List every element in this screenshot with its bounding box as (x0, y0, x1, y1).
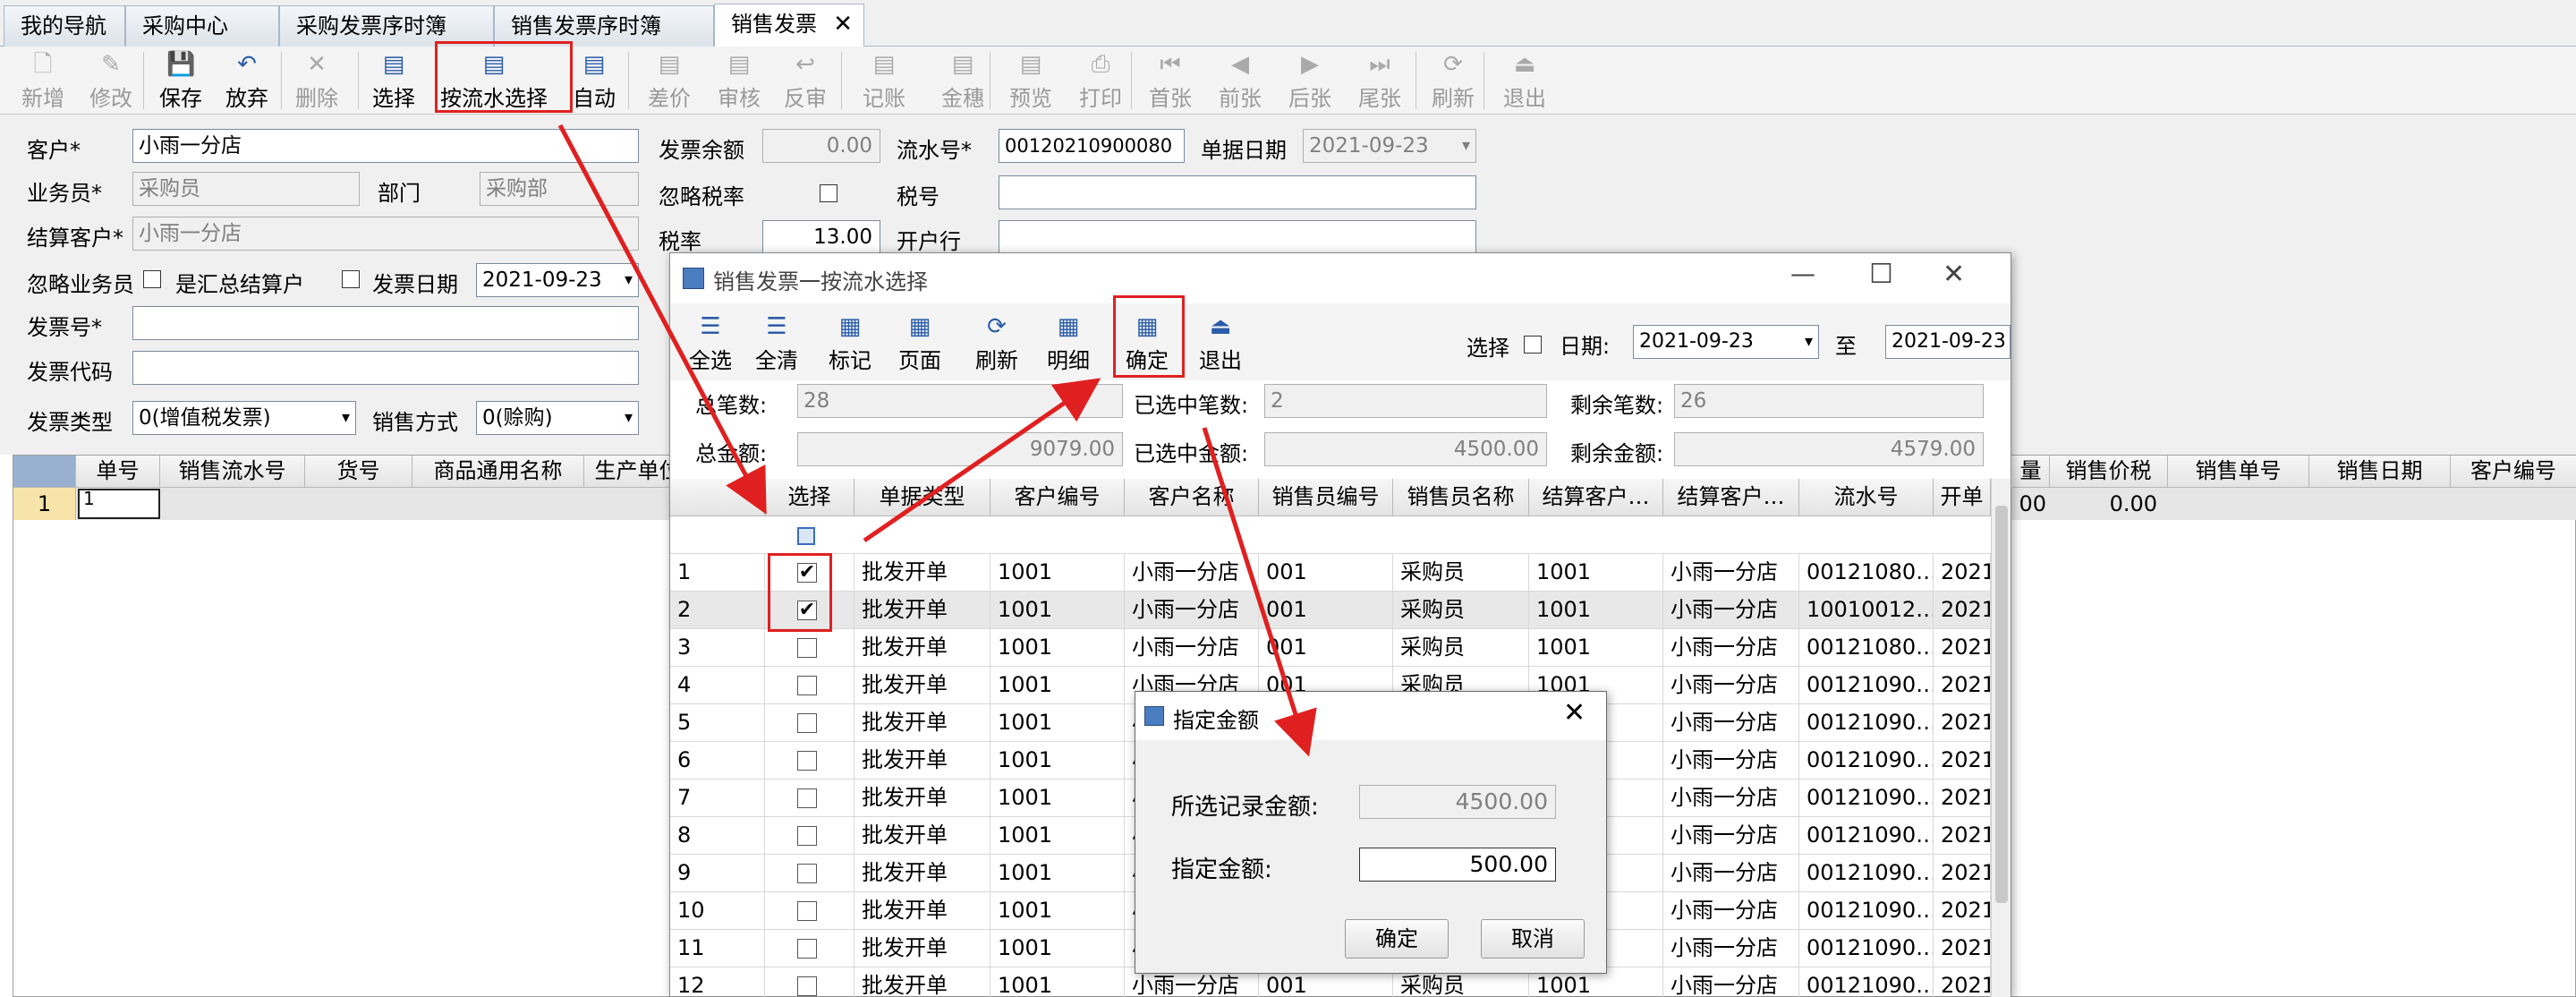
annotation-arrows (557, 124, 1317, 757)
arrow-to-checkbox (557, 124, 767, 515)
arrow-to-amount-dialog (1202, 427, 1317, 757)
arrow-to-confirm (863, 378, 1101, 543)
